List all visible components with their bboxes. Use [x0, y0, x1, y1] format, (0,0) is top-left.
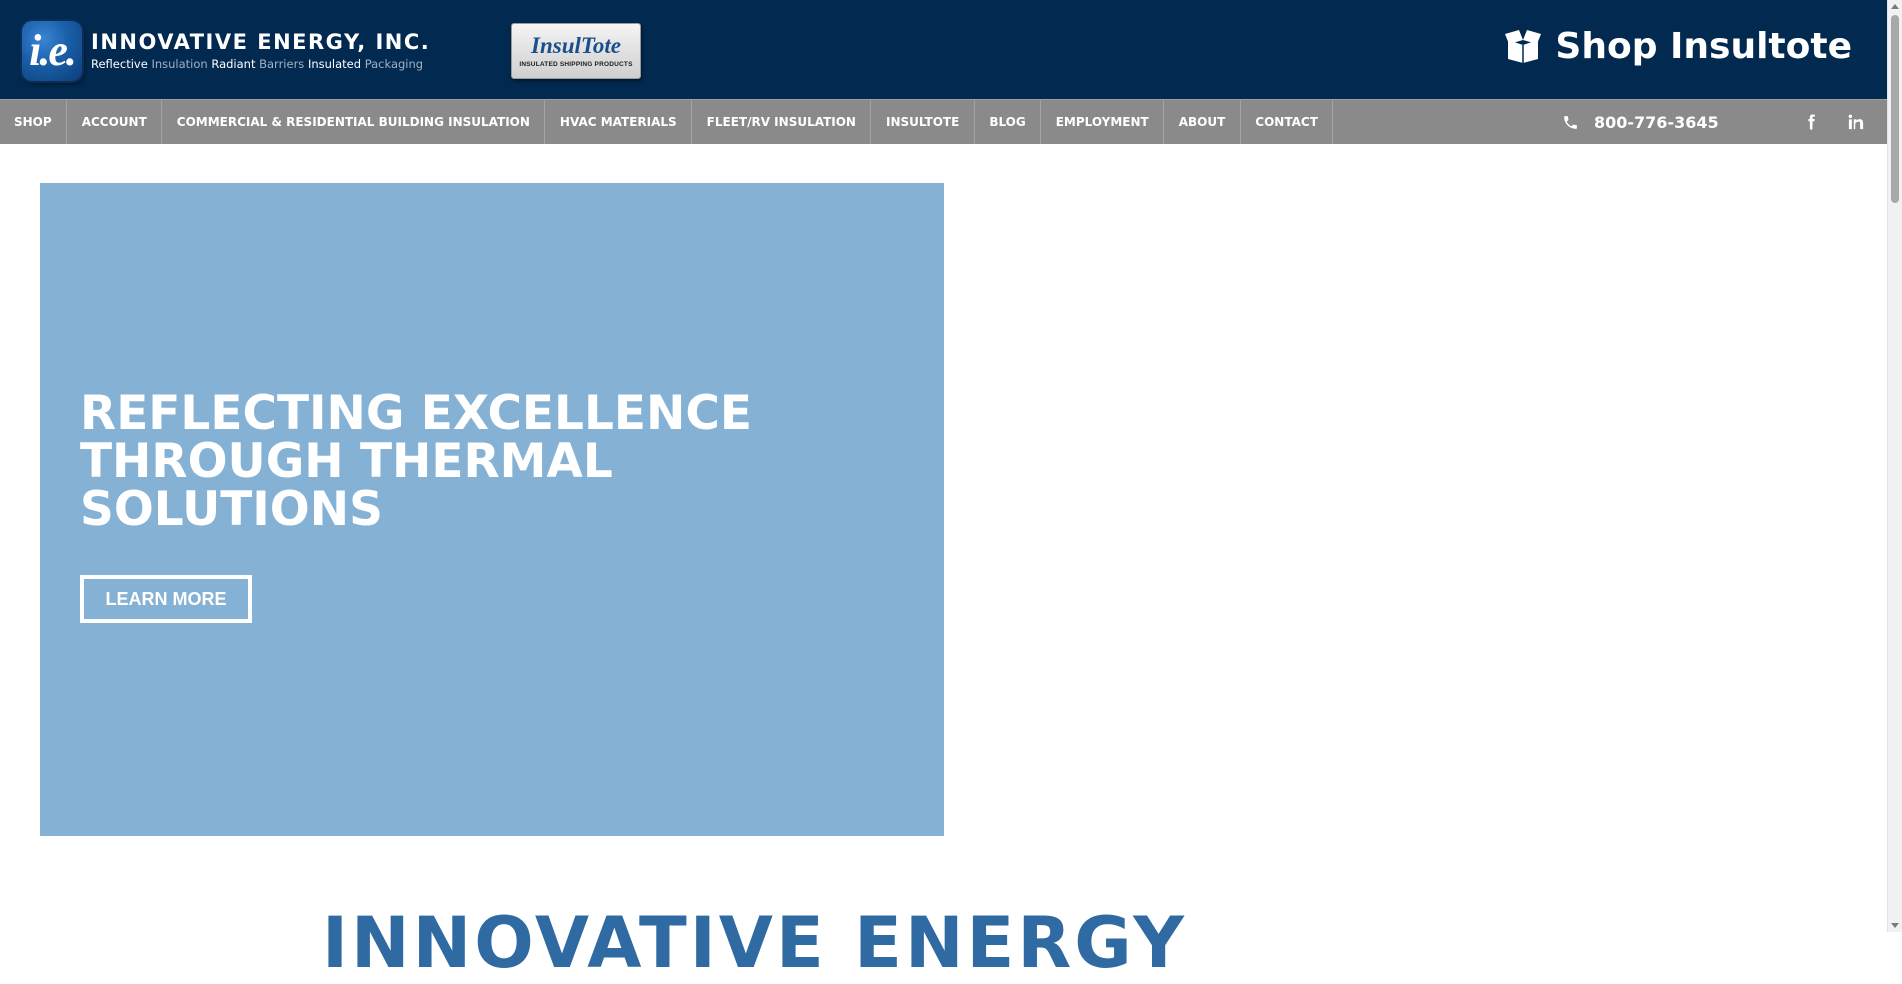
- nav-item-about[interactable]: ABOUT: [1164, 100, 1241, 144]
- shop-insultote-label: Shop Insultote: [1555, 25, 1852, 67]
- learn-more-button[interactable]: LEARN MORE: [80, 575, 252, 623]
- tagline-word: Insulation: [151, 57, 208, 71]
- logo-text: INNOVATIVE ENERGY, INC. Reflective Insul…: [91, 30, 430, 72]
- nav-item-shop[interactable]: SHOP: [0, 100, 68, 144]
- phone-link[interactable]: 800-776-3645: [1562, 100, 1719, 144]
- tagline-word: Reflective: [91, 57, 148, 71]
- nav-item-building-insulation[interactable]: COMMERCIAL & RESIDENTIAL BUILDING INSULA…: [162, 100, 546, 144]
- linkedin-link[interactable]: [1847, 100, 1865, 144]
- site-header: i.e. INNOVATIVE ENERGY, INC. Reflective …: [0, 0, 1888, 99]
- scroll-thumb[interactable]: [1891, 15, 1899, 203]
- nav-item-blog[interactable]: BLOG: [975, 100, 1042, 144]
- open-box-icon: [1505, 30, 1542, 63]
- hero-banner: REFLECTING EXCELLENCE THROUGH THERMAL SO…: [40, 183, 944, 836]
- nav-item-hvac-materials[interactable]: HVAC MATERIALS: [545, 100, 693, 144]
- insultote-logo[interactable]: InsulTote INSULATED SHIPPING PRODUCTS: [511, 23, 641, 79]
- insultote-brand: InsulTote: [531, 33, 621, 58]
- hero-title: REFLECTING EXCELLENCE THROUGH THERMAL SO…: [80, 386, 752, 537]
- tagline-word: Packaging: [364, 57, 424, 71]
- main-nav: SHOP ACCOUNT COMMERCIAL & RESIDENTIAL BU…: [0, 99, 1888, 144]
- company-name: INNOVATIVE ENERGY, INC.: [91, 30, 431, 54]
- facebook-link[interactable]: [1802, 100, 1820, 144]
- linkedin-icon: [1848, 114, 1864, 130]
- tagline-word: Barriers: [259, 57, 305, 71]
- nav-item-insultote[interactable]: INSULTOTE: [871, 100, 975, 144]
- section-heading: INNOVATIVE ENERGY: [322, 902, 1187, 984]
- scroll-up-arrow-icon[interactable]: [1891, 4, 1899, 9]
- nav-item-employment[interactable]: EMPLOYMENT: [1041, 100, 1165, 144]
- logo-mark: i.e.: [22, 21, 82, 81]
- scroll-down-arrow-icon[interactable]: [1891, 923, 1899, 928]
- phone-icon: [1564, 115, 1577, 129]
- insultote-subtitle: INSULATED SHIPPING PRODUCTS: [519, 61, 633, 68]
- nav-item-account[interactable]: ACCOUNT: [67, 100, 163, 144]
- tagline-word: Radiant: [211, 57, 256, 71]
- shop-insultote-link[interactable]: Shop Insultote: [1504, 22, 1852, 70]
- facebook-icon: [1808, 114, 1815, 130]
- nav-item-contact[interactable]: CONTACT: [1241, 100, 1334, 144]
- company-tagline: Reflective Insulation Radiant Barriers I…: [91, 56, 430, 72]
- phone-number: 800-776-3645: [1594, 112, 1719, 132]
- nav-item-fleet-rv-insulation[interactable]: FLEET/RV INSULATION: [692, 100, 872, 144]
- company-logo[interactable]: i.e. INNOVATIVE ENERGY, INC. Reflective …: [22, 19, 430, 83]
- tagline-word: Insulated: [307, 57, 362, 71]
- page-scrollbar[interactable]: [1887, 0, 1902, 932]
